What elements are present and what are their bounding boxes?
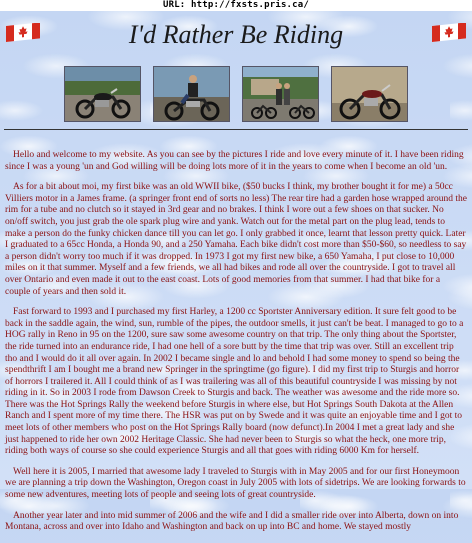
url-bar: URL: http://fxsts.pris.ca/ xyxy=(0,0,472,11)
motorcycle-photo[interactable] xyxy=(331,66,408,122)
paragraph-2006: Another year later and into mid summer o… xyxy=(5,510,459,533)
rider-on-motorcycle-photo[interactable] xyxy=(153,66,230,122)
url-text: URL: http://fxsts.pris.ca/ xyxy=(162,0,310,10)
motorcycle-photo[interactable] xyxy=(64,66,141,122)
photo-strip xyxy=(0,66,472,122)
intro-text: Hello and welcome to my website. As you … xyxy=(5,150,467,543)
paragraph-welcome: Hello and welcome to my website. As you … xyxy=(5,150,464,172)
paragraph-2005: Well here it is 2005, I married that awe… xyxy=(5,466,466,501)
page-title: I'd Rather Be Riding xyxy=(128,20,344,49)
horizontal-divider xyxy=(4,129,468,130)
paragraph-first-bikes: As for a bit about moi, my first bike wa… xyxy=(5,182,467,297)
paragraph-harley-years: Fast forward to 1993 and I purchased my … xyxy=(5,307,464,457)
couple-with-motorcycles-photo[interactable] xyxy=(242,66,319,122)
